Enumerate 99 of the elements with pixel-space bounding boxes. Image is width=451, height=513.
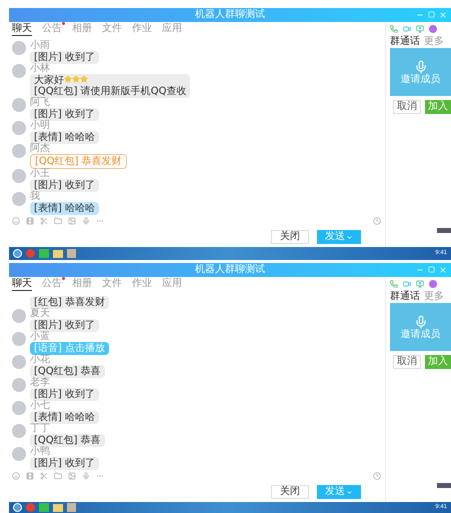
message-bubble: [图片] 收到了 bbox=[30, 179, 99, 192]
panel-button[interactable]: 取消 bbox=[393, 355, 421, 369]
avatar bbox=[12, 378, 26, 392]
start-icon[interactable] bbox=[13, 503, 22, 512]
microphone-icon bbox=[414, 60, 428, 74]
image-icon[interactable] bbox=[68, 217, 76, 225]
avatar bbox=[12, 332, 26, 346]
tab[interactable]: 相册 bbox=[72, 23, 92, 35]
window-title: 机器人群聊测试 bbox=[195, 9, 265, 21]
avatar bbox=[12, 401, 26, 415]
avatar bbox=[12, 192, 26, 206]
message-bubble: [图片] 收到了 bbox=[30, 319, 99, 332]
message-bubble: [表情] 哈哈哈 bbox=[30, 411, 99, 424]
sender-name: 小王 bbox=[30, 169, 51, 179]
panel-button[interactable]: 取消 bbox=[393, 100, 421, 114]
scissors-icon[interactable] bbox=[40, 217, 48, 225]
avatar bbox=[12, 144, 26, 158]
tab[interactable]: 公告 bbox=[42, 278, 62, 290]
message-bubble: [表情] 哈哈哈 bbox=[30, 131, 99, 144]
action-button[interactable]: 发送 bbox=[317, 230, 361, 244]
emoji-icon[interactable] bbox=[12, 472, 20, 480]
maximize-icon[interactable] bbox=[428, 11, 435, 18]
call-card-text: 邀请成员 bbox=[400, 74, 440, 84]
tab[interactable]: 应用 bbox=[162, 23, 182, 35]
scissors-icon[interactable] bbox=[40, 472, 48, 480]
sender-name: 小雨 bbox=[30, 41, 51, 51]
floating-widget bbox=[437, 228, 451, 233]
sender-name: 小明 bbox=[30, 121, 51, 131]
message-bubble: 大家好 [QQ红包] 请使用新版手机QQ查收 bbox=[30, 74, 190, 98]
microphone-icon[interactable] bbox=[82, 472, 90, 480]
message-bubble: [QQ红包] 恭喜发财 bbox=[30, 154, 127, 169]
caret-icon[interactable] bbox=[346, 234, 353, 240]
tab[interactable]: 公告 bbox=[42, 23, 62, 35]
avatar bbox=[12, 41, 26, 55]
sender-name: 夏天 bbox=[30, 309, 51, 319]
action-button[interactable]: 关闭 bbox=[271, 230, 309, 244]
tab[interactable]: 文件 bbox=[102, 23, 122, 35]
tab[interactable]: 聊天 bbox=[12, 278, 32, 290]
avatar bbox=[12, 309, 26, 323]
action-button[interactable]: 发送 bbox=[317, 485, 361, 499]
tab[interactable]: 作业 bbox=[132, 23, 152, 35]
phone-icon[interactable] bbox=[390, 280, 398, 288]
panel-button[interactable]: 加入 bbox=[425, 355, 451, 369]
start-icon[interactable] bbox=[13, 249, 22, 258]
panel-button[interactable]: 加入 bbox=[425, 100, 451, 114]
microphone-icon[interactable] bbox=[82, 217, 90, 225]
sender-name: 小蓝 bbox=[30, 332, 51, 342]
panel-tab[interactable]: 更多 bbox=[424, 291, 444, 303]
tab[interactable]: 聊天 bbox=[12, 22, 32, 36]
history-icon[interactable] bbox=[373, 472, 381, 480]
sender-name: 小鸭 bbox=[30, 447, 51, 457]
call-card-text: 邀请成员 bbox=[400, 328, 440, 340]
tab[interactable]: 作业 bbox=[132, 278, 152, 290]
screen-share-icon[interactable] bbox=[416, 25, 424, 33]
caret-icon[interactable] bbox=[346, 488, 353, 496]
floating-widget bbox=[437, 483, 451, 488]
action-button[interactable]: 关闭 bbox=[271, 485, 309, 499]
sender-name: 小林 bbox=[30, 64, 51, 74]
sender-name: 阿飞 bbox=[30, 98, 51, 108]
history-icon[interactable] bbox=[373, 217, 381, 225]
image-icon[interactable] bbox=[68, 472, 76, 480]
microphone-icon bbox=[414, 314, 428, 328]
video-icon[interactable] bbox=[403, 280, 411, 288]
sender-name: 阿杰 bbox=[30, 144, 51, 154]
tab[interactable]: 应用 bbox=[162, 278, 182, 290]
avatar bbox=[12, 64, 26, 78]
avatar bbox=[12, 98, 26, 112]
panel-tab[interactable]: 群通话 bbox=[390, 36, 420, 48]
message-bubble: [图片] 收到了 bbox=[30, 51, 99, 64]
message-bubble: [图片] 收到了 bbox=[30, 108, 99, 121]
message-bubble: [图片] 收到了 bbox=[30, 388, 99, 401]
message-bubble: [QQ红包] 恭喜 bbox=[30, 365, 105, 378]
message-bubble: [红包] 恭喜发财 bbox=[30, 296, 109, 309]
avatar bbox=[12, 355, 26, 369]
avatar bbox=[12, 121, 26, 135]
avatar bbox=[12, 424, 26, 438]
phone-icon[interactable] bbox=[390, 25, 398, 33]
video-icon[interactable] bbox=[403, 25, 411, 33]
sender-name: 丁丁 bbox=[30, 424, 51, 434]
avatar bbox=[12, 169, 26, 183]
message-bubble: [表情] 哈哈哈 bbox=[30, 202, 99, 215]
avatar bbox=[12, 447, 26, 461]
tab[interactable]: 文件 bbox=[102, 278, 122, 290]
window-title: 机器人群聊测试 bbox=[195, 264, 265, 276]
message-bubble: [语音] 点击播放 bbox=[30, 342, 109, 355]
message-bubble: [图片] 收到了 bbox=[30, 457, 99, 470]
screen-share-icon[interactable] bbox=[416, 280, 424, 288]
close-icon[interactable] bbox=[439, 11, 447, 19]
sender-name: 老李 bbox=[30, 378, 51, 388]
tab[interactable]: 相册 bbox=[72, 278, 92, 290]
maximize-icon[interactable] bbox=[428, 266, 435, 273]
emoji-icon[interactable] bbox=[12, 217, 20, 225]
sender-name: 小七 bbox=[30, 401, 51, 411]
close-icon[interactable] bbox=[439, 266, 447, 274]
panel-tab[interactable]: 更多 bbox=[424, 36, 444, 48]
message-bubble: [QQ红包] 恭喜 bbox=[30, 434, 105, 447]
sender-name: 小花 bbox=[30, 355, 51, 365]
panel-tab[interactable]: 群通话 bbox=[390, 291, 420, 303]
sender-name: 我 bbox=[30, 192, 41, 202]
